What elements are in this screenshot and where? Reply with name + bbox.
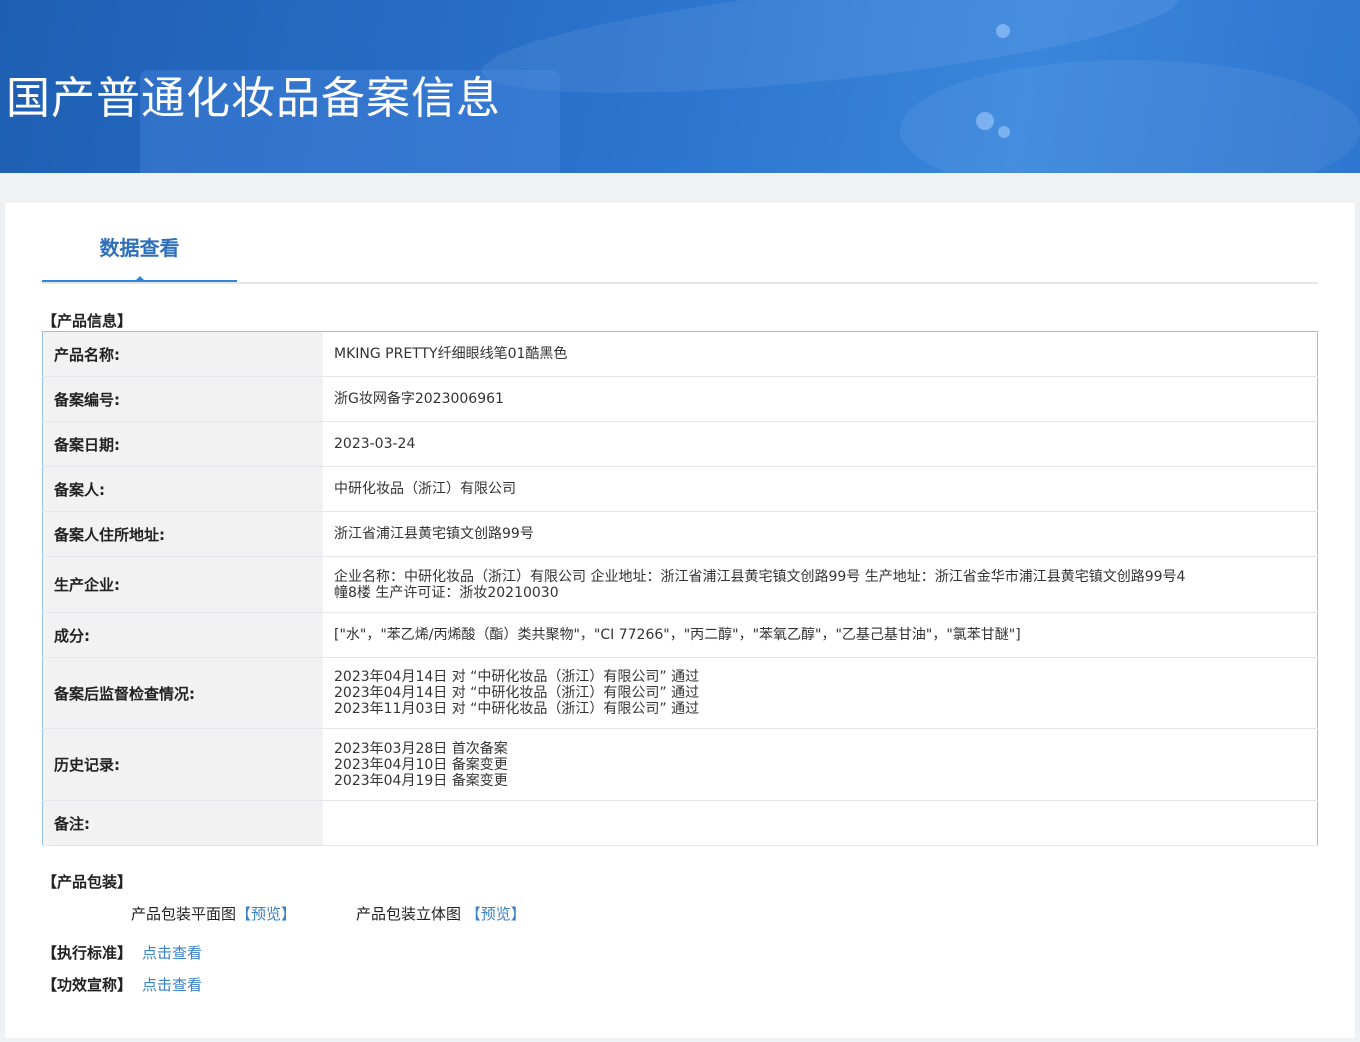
row-value-line: 2023年04月14日 对 “中研化妆品（浙江）有限公司” 通过 <box>334 685 700 701</box>
row-label: 生产企业: <box>42 556 323 613</box>
row-label: 备案编号: <box>42 376 323 422</box>
row-value-line: 2023年04月10日 备案变更 <box>334 756 508 773</box>
row-label: 备案人住所地址: <box>42 511 323 557</box>
header-banner: 国产普通化妆品备案信息 <box>0 0 1360 173</box>
row-value-line: 2023年11月03日 对 “中研化妆品（浙江）有限公司” 通过 <box>334 701 700 717</box>
table-row: 备案人住所地址: 浙江省浦江县黄宅镇文创路99号 <box>42 511 1318 557</box>
packaging-solid: 产品包装立体图 【预览】 <box>356 903 526 924</box>
table-row: 成分: ["水"，"苯乙烯/丙烯酸（酯）类共聚物"，"CI 77266"，"丙二醇… <box>42 612 1318 658</box>
row-value-line: 2023年03月28日 首次备案 <box>334 740 508 757</box>
row-value: 浙G妆网备字2023006961 <box>323 376 1318 422</box>
page-title: 国产普通化妆品备案信息 <box>6 73 501 124</box>
row-value-line: 2023-03-24 <box>334 436 416 452</box>
standard-row: 【执行标准】 点击查看 <box>42 942 202 963</box>
tab-active-indicator <box>134 276 146 282</box>
row-value-line: 2023年04月14日 对 “中研化妆品（浙江）有限公司” 通过 <box>334 669 700 685</box>
tab-bar: 数据查看 <box>42 203 1318 284</box>
packaging-solid-preview-link[interactable]: 【预览】 <box>466 905 526 923</box>
row-value: 2023-03-24 <box>323 421 1318 467</box>
row-value: 企业名称：中研化妆品（浙江）有限公司 企业地址：浙江省浦江县黄宅镇文创路99号 … <box>323 556 1318 613</box>
table-row: 历史记录: 2023年03月28日 首次备案 2023年04月10日 备案变更 202… <box>42 728 1318 801</box>
row-value-line: MKING PRETTY纤细眼线笔01酷黑色 <box>334 346 568 362</box>
row-value-line: 企业名称：中研化妆品（浙江）有限公司 企业地址：浙江省浦江县黄宅镇文创路99号 … <box>334 568 1186 585</box>
table-row: 备注: <box>42 800 1318 846</box>
row-value: 中研化妆品（浙江）有限公司 <box>323 466 1318 512</box>
banner-decoration <box>976 112 994 130</box>
row-label: 产品名称: <box>42 331 323 377</box>
row-value: ["水"，"苯乙烯/丙烯酸（酯）类共聚物"，"CI 77266"，"丙二醇"，"… <box>323 612 1318 658</box>
row-label: 备案后监督检查情况: <box>42 657 323 729</box>
table-row: 备案后监督检查情况: 2023年04月14日 对 “中研化妆品（浙江）有限公司” … <box>42 657 1318 729</box>
row-label: 备注: <box>42 800 323 846</box>
row-label: 备案日期: <box>42 421 323 467</box>
row-value-line: 幢8楼 生产许可证：浙妆20210030 <box>334 584 559 601</box>
row-label: 历史记录: <box>42 728 323 801</box>
banner-decoration <box>900 60 1360 173</box>
table-row: 生产企业: 企业名称：中研化妆品（浙江）有限公司 企业地址：浙江省浦江县黄宅镇文创… <box>42 556 1318 613</box>
banner-decoration <box>996 24 1010 38</box>
tab-data-view[interactable]: 数据查看 <box>42 203 237 282</box>
row-value-line: 2023年04月19日 备案变更 <box>334 772 508 789</box>
packaging-flat-preview-link[interactable]: 【预览】 <box>236 905 296 923</box>
row-value <box>323 800 1318 846</box>
row-label: 备案人: <box>42 466 323 512</box>
table-row: 备案日期: 2023-03-24 <box>42 421 1318 467</box>
efficacy-label: 【功效宣称】 <box>42 976 133 994</box>
table-row: 产品名称: MKING PRETTY纤细眼线笔01酷黑色 <box>42 331 1318 377</box>
row-value: 浙江省浦江县黄宅镇文创路99号 <box>323 511 1318 557</box>
standard-link[interactable]: 点击查看 <box>142 944 202 962</box>
row-value: MKING PRETTY纤细眼线笔01酷黑色 <box>323 331 1318 377</box>
efficacy-row: 【功效宣称】 点击查看 <box>42 974 202 995</box>
standard-label: 【执行标准】 <box>42 944 133 962</box>
product-info-title: 【产品信息】 <box>42 312 133 330</box>
row-value-line: 浙江省浦江县黄宅镇文创路99号 <box>334 526 534 542</box>
table-row: 备案编号: 浙G妆网备字2023006961 <box>42 376 1318 422</box>
row-value-line: 浙G妆网备字2023006961 <box>334 391 504 407</box>
row-value: 2023年03月28日 首次备案 2023年04月10日 备案变更 2023年04月… <box>323 728 1318 801</box>
row-label: 成分: <box>42 612 323 658</box>
efficacy-link[interactable]: 点击查看 <box>142 976 202 994</box>
packaging-flat-label: 产品包装平面图 <box>131 905 237 923</box>
content-panel: 数据查看 【产品信息】 产品名称: MKING PRETTY纤细眼线笔01酷黑色备… <box>5 203 1355 1038</box>
product-info-table: 产品名称: MKING PRETTY纤细眼线笔01酷黑色 备案编号: 浙G妆网备字20… <box>42 331 1318 846</box>
table-row: 备案人: 中研化妆品（浙江）有限公司 <box>42 466 1318 512</box>
row-value-line: 中研化妆品（浙江）有限公司 <box>334 481 516 497</box>
banner-decoration <box>998 126 1010 138</box>
packaging-title: 【产品包装】 <box>42 873 133 891</box>
packaging-flat: 产品包装平面图【预览】 <box>131 903 296 924</box>
row-value: 2023年04月14日 对 “中研化妆品（浙江）有限公司” 通过 2023年04月… <box>323 657 1318 729</box>
row-value-line: ["水"，"苯乙烯/丙烯酸（酯）类共聚物"，"CI 77266"，"丙二醇"，"… <box>334 627 1021 643</box>
packaging-solid-label: 产品包装立体图 <box>356 905 462 923</box>
